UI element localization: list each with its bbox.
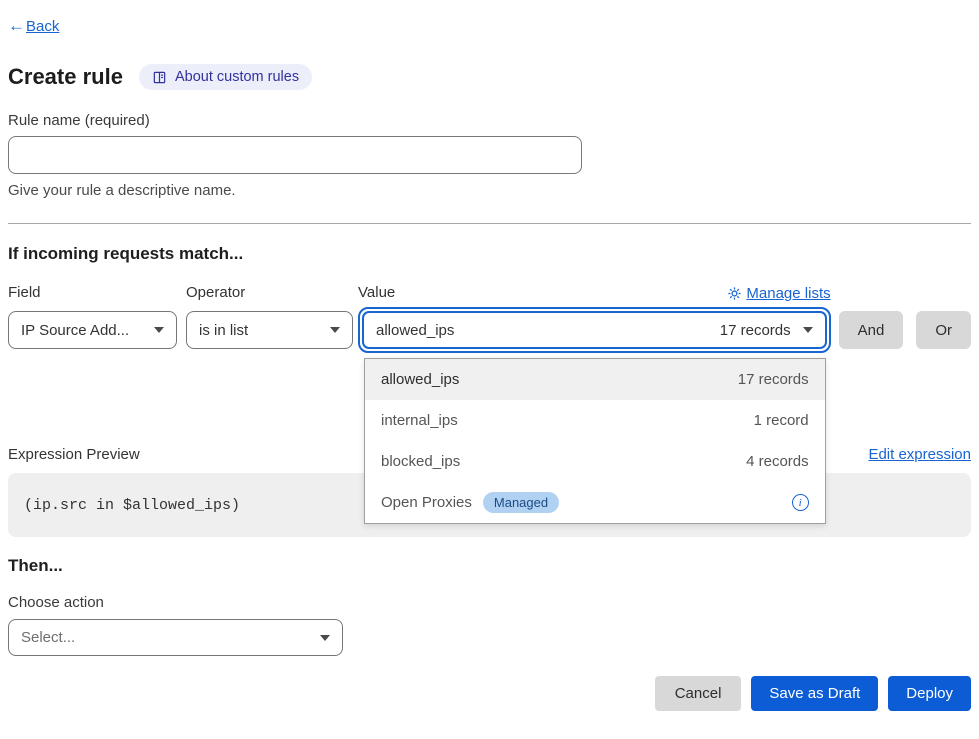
value-combobox[interactable]: allowed_ips 17 records — [358, 307, 831, 353]
section-divider — [8, 223, 971, 224]
cancel-button[interactable]: Cancel — [655, 676, 742, 711]
list-option-internal-ips[interactable]: internal_ips 1 record — [365, 400, 825, 441]
info-icon[interactable]: i — [792, 494, 809, 511]
list-option-records: 17 records — [738, 371, 809, 388]
operator-label: Operator — [186, 285, 353, 301]
back-arrow-icon: ← — [8, 16, 25, 35]
field-label: Field — [8, 285, 177, 301]
list-option-records: 4 records — [746, 453, 809, 470]
list-option-name: blocked_ips — [381, 453, 460, 470]
field-select[interactable]: IP Source Add... — [8, 311, 177, 349]
rule-name-helper: Give your rule a descriptive name. — [8, 182, 971, 199]
about-custom-rules-badge[interactable]: About custom rules — [139, 64, 312, 90]
then-section-heading: Then... — [8, 556, 971, 576]
value-records-count: 17 records — [720, 322, 791, 339]
condition-row: Field IP Source Add... Operator is in li… — [8, 285, 971, 353]
managed-badge: Managed — [483, 492, 559, 513]
operator-select-value: is in list — [199, 322, 248, 339]
back-link-label: Back — [26, 18, 59, 35]
chevron-down-icon — [154, 327, 164, 333]
field-select-value: IP Source Add... — [21, 322, 129, 339]
action-select-placeholder: Select... — [21, 629, 75, 646]
list-option-allowed-ips[interactable]: allowed_ips 17 records — [365, 359, 825, 400]
list-option-records: 1 record — [754, 412, 809, 429]
edit-expression-label: Edit expression — [868, 446, 971, 463]
list-option-name: allowed_ips — [381, 371, 459, 388]
chevron-down-icon — [320, 635, 330, 641]
rule-name-label: Rule name (required) — [8, 112, 971, 129]
chevron-down-icon — [803, 327, 813, 333]
list-option-open-proxies[interactable]: Open Proxies Managed i — [365, 482, 825, 523]
choose-action-label: Choose action — [8, 594, 971, 611]
manage-lists-link[interactable]: Manage lists — [728, 285, 830, 302]
rule-name-input[interactable] — [8, 136, 582, 174]
match-section-heading: If incoming requests match... — [8, 244, 971, 264]
page-title: Create rule — [8, 64, 123, 90]
expression-preview-label: Expression Preview — [8, 446, 140, 463]
operator-select[interactable]: is in list — [186, 311, 353, 349]
action-select[interactable]: Select... — [8, 619, 343, 656]
chevron-down-icon — [330, 327, 340, 333]
manage-lists-label: Manage lists — [746, 285, 830, 302]
and-button[interactable]: And — [839, 311, 904, 349]
edit-expression-link[interactable]: Edit expression — [868, 446, 971, 463]
value-selected: allowed_ips — [376, 322, 454, 339]
deploy-button[interactable]: Deploy — [888, 676, 971, 711]
about-badge-label: About custom rules — [175, 69, 299, 85]
value-label: Value — [358, 285, 395, 301]
create-rule-page: ←Back Create rule About custom rules Rul… — [0, 0, 979, 711]
back-link[interactable]: ←Back — [8, 16, 59, 36]
list-option-name: internal_ips — [381, 412, 458, 429]
list-option-name: Open Proxies — [381, 494, 472, 511]
or-button[interactable]: Or — [916, 311, 971, 349]
gear-icon — [728, 287, 741, 300]
book-icon — [152, 70, 167, 85]
expression-code: (ip.src in $allowed_ips) — [24, 497, 240, 514]
list-option-blocked-ips[interactable]: blocked_ips 4 records — [365, 441, 825, 482]
list-dropdown-panel: allowed_ips 17 records internal_ips 1 re… — [364, 358, 826, 524]
save-as-draft-button[interactable]: Save as Draft — [751, 676, 878, 711]
